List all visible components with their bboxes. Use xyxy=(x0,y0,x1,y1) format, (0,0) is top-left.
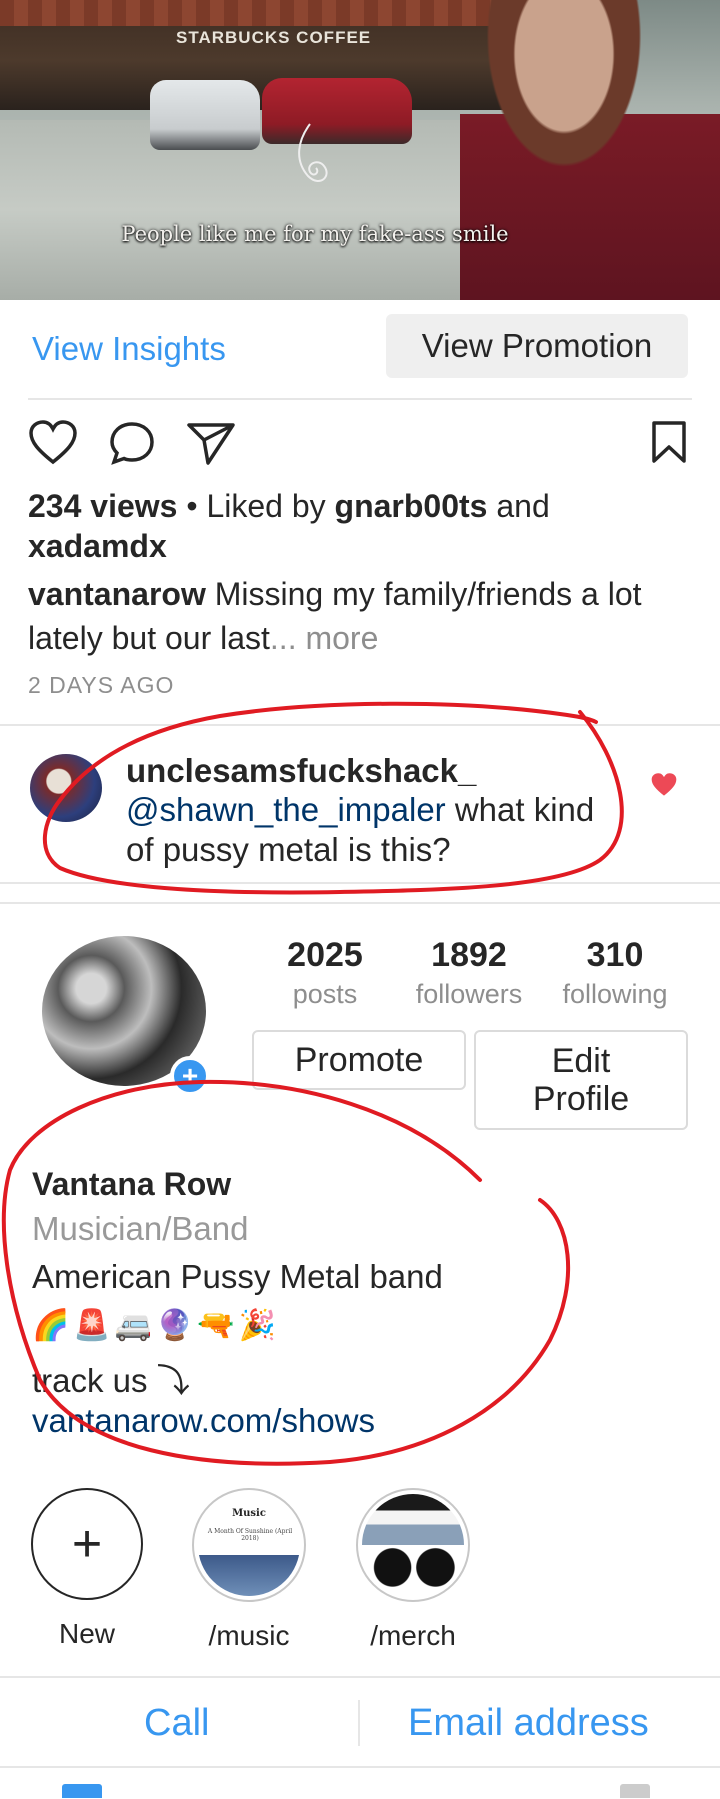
posts-stat[interactable]: 2025 posts xyxy=(260,936,390,1010)
contact-divider xyxy=(358,1700,360,1746)
view-insights-link[interactable]: View Insights xyxy=(32,330,226,368)
caption-username[interactable]: vantanarow xyxy=(28,576,206,612)
share-send-icon[interactable] xyxy=(186,420,236,466)
comment-text: @shawn_the_impaler what kind of pussy me… xyxy=(126,790,596,870)
comment-liked-heart-icon[interactable] xyxy=(650,772,678,803)
email-address-button[interactable]: Email address xyxy=(408,1702,649,1745)
video-white-car xyxy=(150,80,260,150)
divider xyxy=(0,1766,720,1768)
video-swirl-doodle xyxy=(298,123,328,182)
post-timestamp: 2 DAYS AGO xyxy=(28,672,175,698)
video-person xyxy=(460,0,720,300)
tagged-tab-icon[interactable] xyxy=(620,1784,650,1798)
caption-more-link[interactable]: ... more xyxy=(270,620,378,656)
following-count: 310 xyxy=(586,936,644,974)
highlight-ring: Music A Month Of Sunshine (April 2018) xyxy=(192,1488,306,1602)
divider xyxy=(28,398,692,400)
highlight-music[interactable]: Music A Month Of Sunshine (April 2018) /… xyxy=(184,1488,314,1652)
followers-label: followers xyxy=(415,979,523,1009)
divider xyxy=(0,882,720,884)
grid-tab-icon[interactable] xyxy=(62,1784,102,1798)
posts-label: posts xyxy=(292,979,358,1009)
video-red-car xyxy=(262,78,412,144)
highlight-thumbnail xyxy=(362,1494,464,1596)
add-story-plus-icon[interactable]: + xyxy=(170,1056,210,1096)
followers-stat[interactable]: 1892 followers xyxy=(404,936,534,1010)
liker-username[interactable]: gnarb00ts xyxy=(335,488,488,524)
profile-name: Vantana Row xyxy=(32,1166,232,1202)
post-caption: vantanarow Missing my family/friends a l… xyxy=(28,572,708,660)
call-button[interactable]: Call xyxy=(144,1702,209,1745)
profile-emojis: 🌈🚨🚐🔮🔫🎉 xyxy=(32,1309,281,1342)
edit-profile-button[interactable]: Edit Profile xyxy=(474,1030,688,1130)
highlight-ring xyxy=(356,1488,470,1602)
views-count[interactable]: 234 views xyxy=(28,488,177,524)
likes-summary: 234 views • Liked by gnarb00ts and xadamd… xyxy=(28,486,708,566)
highlight-thumbnail: Music A Month Of Sunshine (April 2018) xyxy=(198,1494,300,1596)
highlight-label: /music xyxy=(208,1620,290,1651)
posts-count: 2025 xyxy=(287,936,363,974)
comment-mention[interactable]: @shawn_the_impaler xyxy=(126,791,446,828)
liker-username[interactable]: xadamdx xyxy=(28,528,167,564)
save-bookmark-icon[interactable] xyxy=(650,420,688,464)
comment-username[interactable]: unclesamsfuckshack_ xyxy=(126,752,476,790)
post-video[interactable]: STARBUCKS COFFEE People like me for my f… xyxy=(0,0,720,300)
video-sign-text: STARBUCKS COFFEE xyxy=(176,28,372,47)
view-promotion-button[interactable]: View Promotion xyxy=(386,314,688,378)
video-subtitle: People like me for my fake-ass smile xyxy=(121,222,509,246)
divider xyxy=(0,724,720,726)
add-highlight-plus-icon: + xyxy=(31,1488,143,1600)
highlight-new[interactable]: + New xyxy=(22,1488,152,1650)
comment-avatar[interactable] xyxy=(30,754,102,822)
divider xyxy=(0,1676,720,1678)
following-label: following xyxy=(562,979,668,1009)
highlight-thumb-subtitle: A Month Of Sunshine (April 2018) xyxy=(207,1528,293,1542)
highlight-thumb-title: Music xyxy=(232,1508,266,1519)
liked-by-and: and xyxy=(487,488,550,524)
highlight-merch[interactable]: /merch xyxy=(348,1488,478,1652)
profile-track-text: track us ⤵ xyxy=(32,1362,190,1399)
like-heart-icon[interactable] xyxy=(28,420,78,466)
divider xyxy=(0,902,720,904)
promote-button[interactable]: Promote xyxy=(252,1030,466,1090)
liked-by-prefix: • Liked by xyxy=(177,488,335,524)
profile-website-link[interactable]: vantanarow.com/shows xyxy=(32,1402,375,1440)
profile-description: American Pussy Metal band xyxy=(32,1258,443,1295)
highlight-label: /merch xyxy=(370,1620,456,1651)
profile-category[interactable]: Musician/Band xyxy=(32,1210,248,1248)
comment-bubble-icon[interactable] xyxy=(108,420,156,466)
highlight-label: New xyxy=(58,1618,115,1649)
followers-count: 1892 xyxy=(431,936,507,974)
following-stat[interactable]: 310 following xyxy=(550,936,680,1010)
